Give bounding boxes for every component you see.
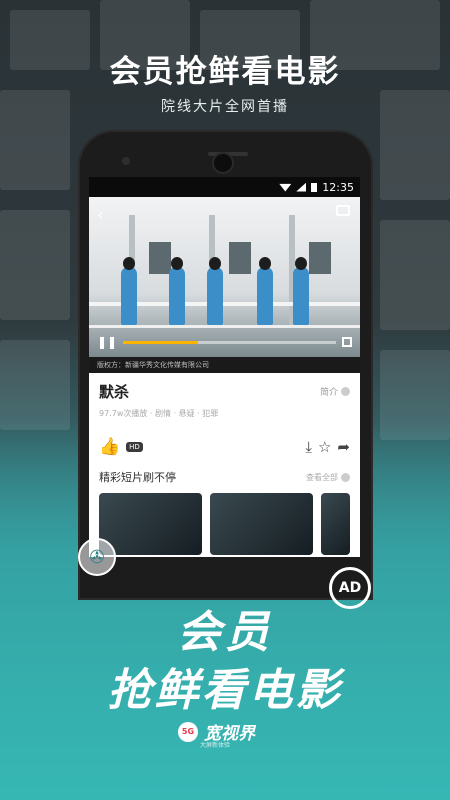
video-window [309, 242, 331, 274]
cast-icon[interactable] [336, 205, 350, 216]
video-figure [293, 257, 309, 325]
video-thumbnail[interactable] [99, 493, 203, 555]
intro-label: 简介 [319, 388, 338, 398]
movie-info: 默杀 简介 97.7w次播放 · 剧情 · 悬疑 · 犯罪 [89, 373, 360, 427]
quality-badge: HD [126, 442, 143, 452]
action-bar: 👍 HD ⤓ ☆ ➦ [89, 427, 360, 463]
banner-line-1: 会员 [177, 607, 273, 658]
video-window [149, 242, 171, 274]
brand-badge: 5G [178, 721, 198, 742]
ad-label: AD [338, 580, 362, 596]
video-figure [169, 257, 185, 325]
download-icon[interactable]: ⤓ [305, 438, 312, 456]
thumbnail-row [99, 493, 350, 555]
star-icon[interactable]: ☆ [318, 438, 331, 456]
chevron-right-icon [341, 472, 350, 482]
video-railing [89, 325, 360, 328]
video-controls: ❚❚ [89, 333, 360, 351]
video-thumbnail[interactable] [210, 493, 314, 555]
video-figure [121, 257, 137, 325]
video-thumbnail[interactable] [321, 493, 350, 555]
phone-screen: 12:35 ‹ ❚❚ 版权方：新疆华秀文化传媒有限公司 默杀 简介 97.7w次… [89, 177, 360, 557]
thumbs-up-icon[interactable]: 👍 [99, 437, 120, 457]
video-progress-fill [123, 340, 198, 344]
shorts-section: 精彩短片刷不停 查看全部 [89, 463, 360, 557]
status-time: 12:35 [322, 180, 354, 194]
section-title: 精彩短片刷不停 [99, 471, 176, 484]
chevron-right-icon [341, 387, 350, 396]
hero-subtitle: 院线大片全网首播 [161, 99, 289, 115]
video-figure [257, 257, 273, 325]
bg-tile [380, 220, 450, 330]
movie-title: 默杀 [99, 383, 130, 401]
video-window [229, 242, 251, 274]
battery-icon [311, 182, 318, 192]
film-reel-icon: ✇ [78, 538, 116, 576]
view-all-link[interactable]: 查看全部 [306, 472, 350, 483]
brand-slogan: 大屏新体验 [200, 742, 231, 749]
video-player[interactable]: ‹ ❚❚ [89, 197, 360, 357]
hero-title: 会员抢鲜看电影 [109, 54, 341, 90]
signal-icon [296, 182, 307, 192]
status-bar: 12:35 [89, 177, 360, 197]
phone-camera [122, 157, 130, 165]
chevron-left-icon[interactable]: ‹ [97, 205, 103, 224]
wifi-icon [279, 183, 292, 192]
copyright-notice: 版权方：新疆华秀文化传媒有限公司 [89, 357, 360, 373]
video-progress-bar[interactable] [123, 340, 336, 344]
phone-speaker [212, 152, 234, 174]
banner-line-2: 抢鲜看电影 [107, 665, 343, 716]
share-icon[interactable]: ➦ [337, 438, 350, 456]
pause-icon[interactable]: ❚❚ [97, 335, 117, 349]
intro-link[interactable]: 简介 [320, 385, 350, 398]
fullscreen-icon[interactable] [342, 337, 352, 347]
view-all-label: 查看全部 [306, 472, 338, 482]
bg-tile [0, 340, 70, 430]
movie-meta: 97.7w次播放 · 剧情 · 悬疑 · 犯罪 [99, 409, 219, 418]
video-figure [207, 257, 223, 325]
bg-tile [0, 210, 70, 320]
